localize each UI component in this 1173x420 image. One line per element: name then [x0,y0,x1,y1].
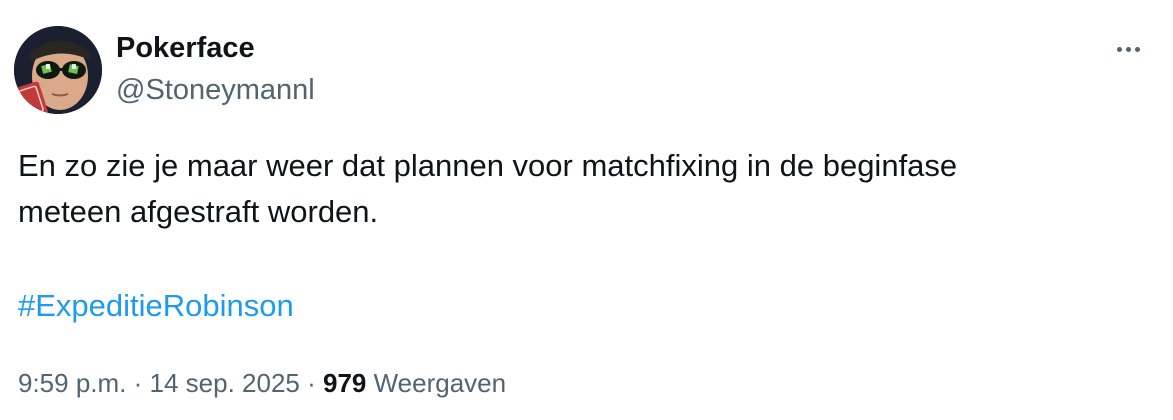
avatar[interactable] [14,26,102,114]
tweet-date[interactable]: 14 sep. 2025 [150,368,300,398]
user-handle[interactable]: @Stoneymannl [116,72,315,108]
meta-separator: · [299,368,323,398]
tweet-text-line: meteen afgestraft worden. [18,194,379,229]
meta-separator: · [126,368,150,398]
tweet-meta: 9:59 p.m. · 14 sep. 2025 · 979 Weergaven [18,366,506,400]
tweet-card: Pokerface @Stoneymannl En zo zie je maar… [0,0,1173,420]
more-options-button[interactable] [1108,34,1148,64]
more-horizontal-icon [1116,46,1122,52]
hashtag-link[interactable]: #ExpeditieRobinson [18,284,294,328]
more-horizontal-icon-dot [1134,46,1140,52]
display-name[interactable]: Pokerface [116,30,255,66]
tweet-text: En zo zie je maar weer dat plannen voor … [18,143,1148,235]
views-label: Weergaven [373,368,507,398]
more-horizontal-icon-dot [1125,46,1131,52]
views-count: 979 [322,368,367,398]
avatar-image [14,26,102,114]
tweet-text-line: En zo zie je maar weer dat plannen voor … [18,148,958,183]
tweet-time[interactable]: 9:59 p.m. [18,368,126,398]
